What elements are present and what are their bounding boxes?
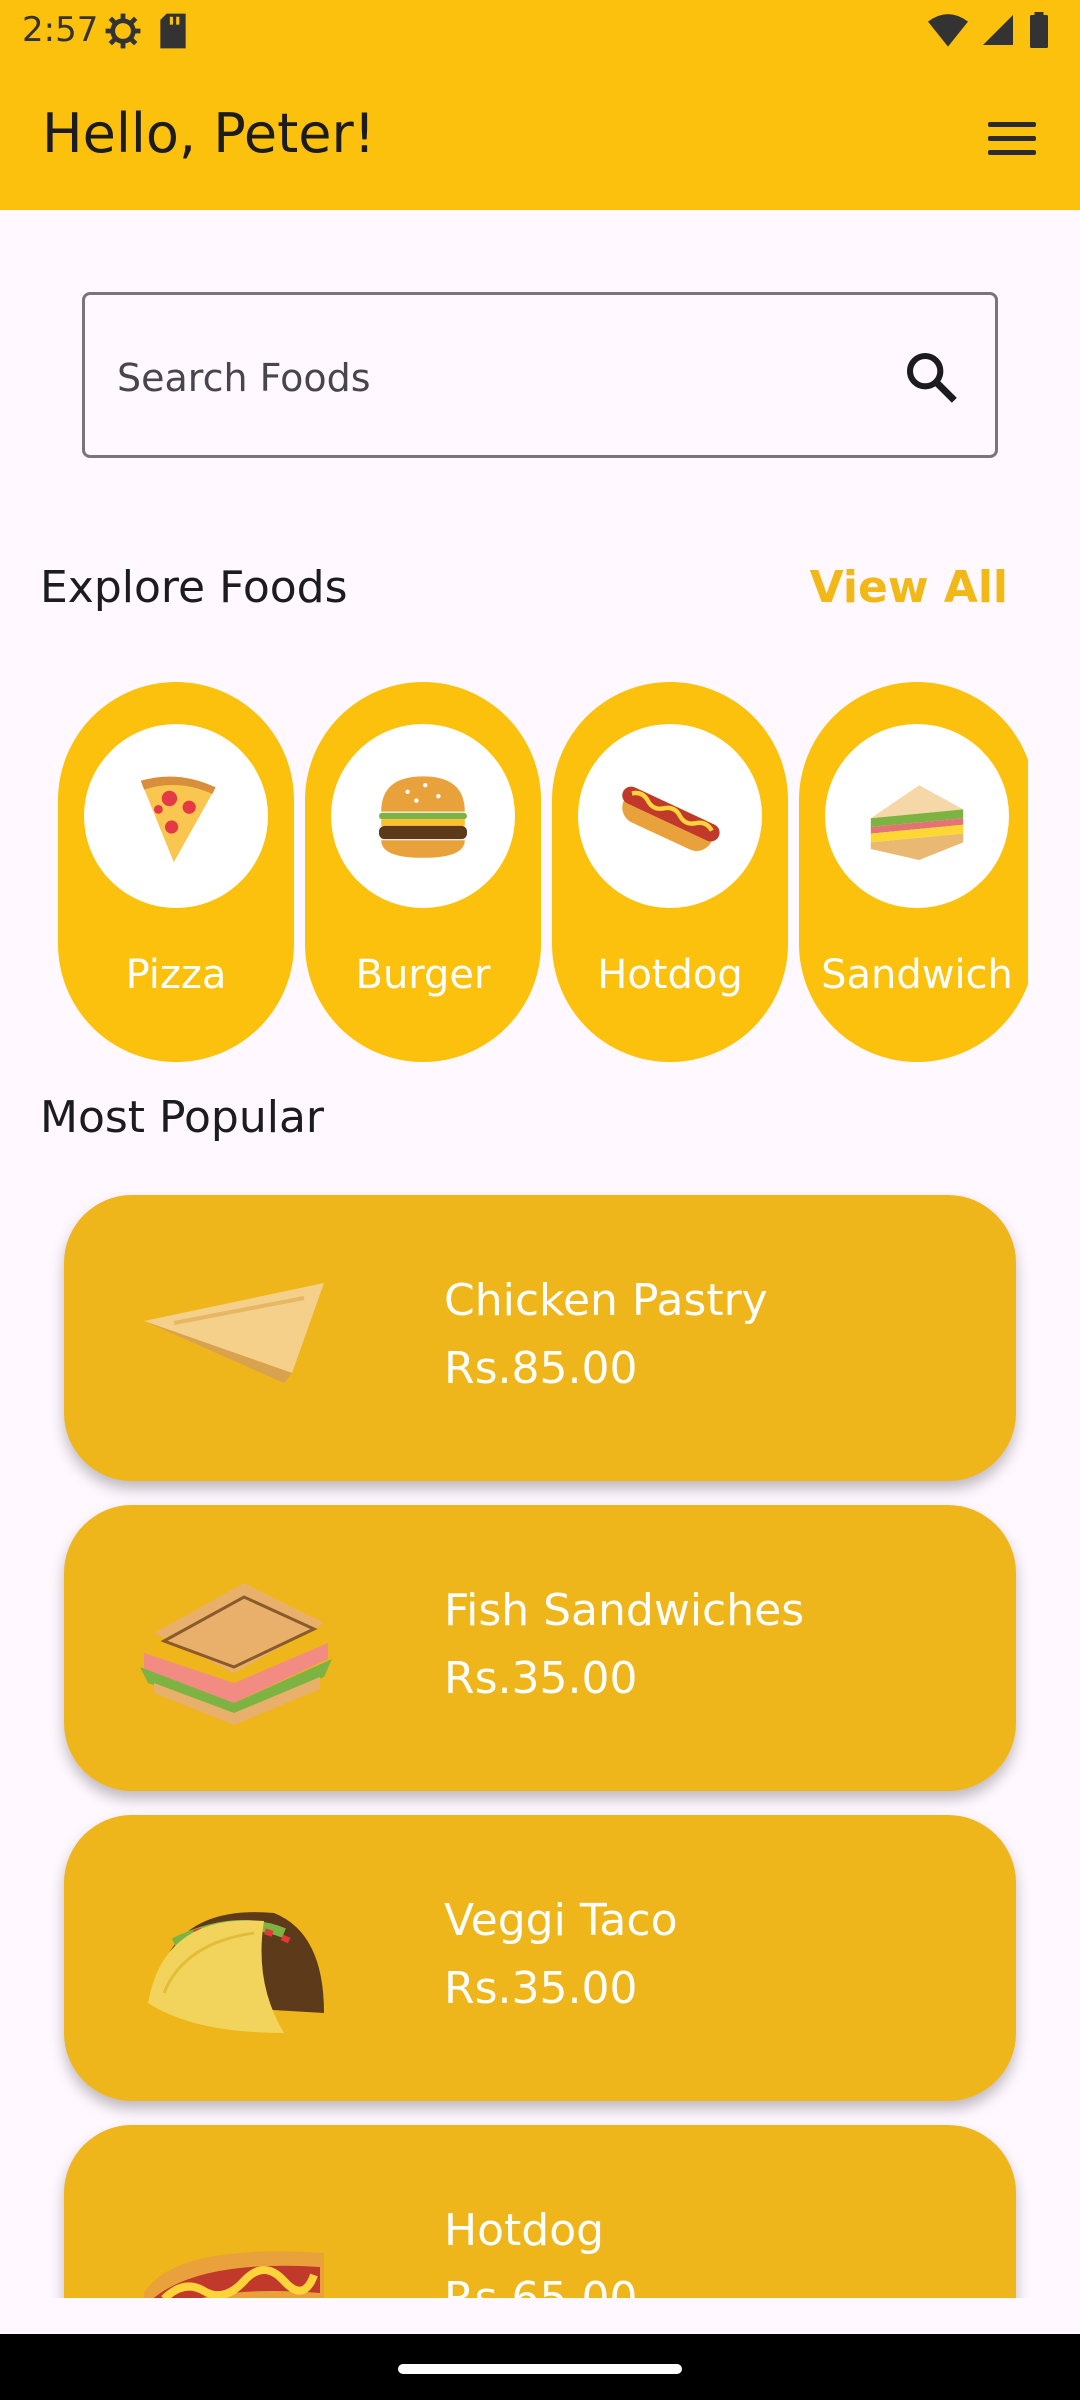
battery-icon [1030,12,1048,48]
category-hotdog[interactable]: Hotdog [552,682,788,1062]
food-card-veggi-taco[interactable]: Veggi Taco Rs.35.00 [64,1815,1016,2101]
menu-icon-line [988,149,1036,155]
status-bar: 2:57 [0,0,1080,62]
view-all-link[interactable]: View All [810,562,1008,613]
search-input[interactable] [115,343,875,413]
search-field[interactable] [82,292,998,458]
food-name: Chicken Pastry [444,1275,768,1326]
food-price: Rs.35.00 [444,1653,638,1704]
menu-icon-line [988,121,1036,127]
food-name: Hotdog [444,2205,605,2256]
food-name: Veggi Taco [444,1895,678,1946]
food-price: Rs.85.00 [444,1343,638,1394]
food-price: Rs.35.00 [444,1963,638,2014]
settings-icon [105,13,141,49]
screen: 2:57 Hello, Peter! Search Foods Explore … [0,0,1080,2400]
status-left-icons [104,12,190,50]
burger-icon [379,776,467,858]
category-burger[interactable]: Burger [305,682,541,1062]
food-name: Fish Sandwiches [444,1585,805,1636]
fish-sandwich-image [140,1583,332,1725]
food-card-chicken-pastry[interactable]: Chicken Pastry Rs.85.00 [64,1195,1016,1481]
greeting-title: Hello, Peter! [42,102,376,165]
home-gesture-handle[interactable] [398,2364,682,2374]
system-nav-bar [0,2334,1080,2400]
category-icon-circle [825,724,1009,908]
category-label: Pizza [125,952,227,998]
pizza-icon [140,776,216,863]
most-popular-title: Most Popular [40,1092,325,1143]
sandwich-icon [870,785,964,860]
category-sandwich[interactable]: Sandwich [799,682,1028,1062]
category-icon-circle [578,724,762,908]
hotdog-image [144,2251,324,2298]
menu-icon-line [988,135,1036,141]
hotdog-icon [622,786,720,851]
menu-button[interactable] [988,110,1044,166]
category-list: Pizza Burger Hotdog Sandwich [58,682,1028,1062]
category-icon-circle [84,724,268,908]
food-card-fish-sandwiches[interactable]: Fish Sandwiches Rs.35.00 [64,1505,1016,1791]
sd-card-icon [160,13,186,49]
category-label: Burger [355,952,491,998]
status-time: 2:57 [22,10,99,50]
food-price: Rs.65.00 [444,2273,637,2298]
wifi-icon [928,14,968,47]
status-right-icons [928,12,1050,48]
search-icon[interactable] [903,349,959,405]
chicken-pastry-image [144,1283,324,1383]
veggi-taco-image [148,1912,324,2033]
app-bar: Hello, Peter! [0,62,1080,210]
food-card-hotdog[interactable]: Hotdog Rs.65.00 [64,2125,1016,2298]
category-label: Sandwich [821,952,1013,998]
category-pizza[interactable]: Pizza [58,682,294,1062]
popular-list: Chicken Pastry Rs.85.00 Fish Sandwiches … [0,1192,1080,2298]
explore-foods-title: Explore Foods [40,562,348,613]
category-label: Hotdog [597,952,743,998]
category-icon-circle [331,724,515,908]
signal-icon [983,15,1013,45]
